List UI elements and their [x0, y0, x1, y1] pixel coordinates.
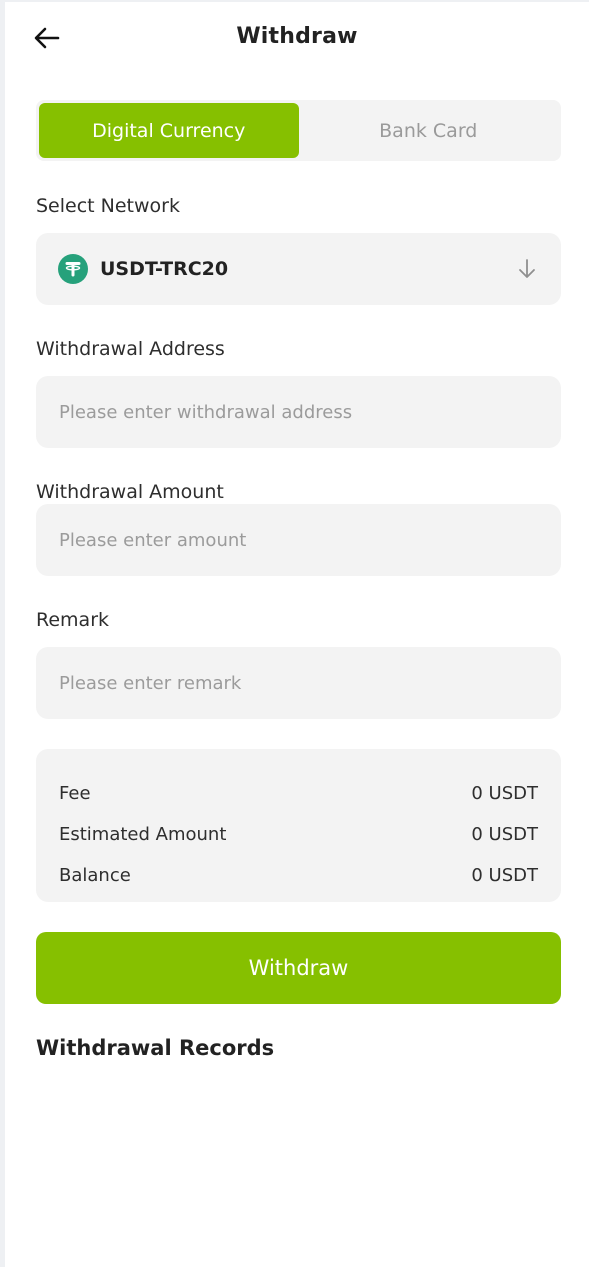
tab-bank-card[interactable]: Bank Card [299, 103, 559, 158]
estimated-amount-label: Estimated Amount [59, 824, 227, 845]
withdrawal-amount-input[interactable] [36, 504, 561, 576]
fee-value: 0 USDT [471, 783, 538, 804]
withdrawal-address-field [36, 376, 561, 448]
balance-value: 0 USDT [471, 865, 538, 886]
select-network-label: Select Network [36, 195, 180, 217]
withdrawal-amount-label: Withdrawal Amount [36, 481, 224, 503]
withdraw-page: Withdraw Digital Currency Bank Card Sele… [0, 0, 589, 1267]
tab-digital-currency[interactable]: Digital Currency [39, 103, 299, 158]
withdrawal-records-title: Withdrawal Records [36, 1036, 275, 1060]
withdraw-method-tabs: Digital Currency Bank Card [36, 100, 561, 161]
remark-field [36, 647, 561, 719]
remark-label: Remark [36, 609, 110, 631]
remark-input[interactable] [36, 647, 561, 719]
page-title: Withdraw [236, 24, 358, 49]
withdrawal-address-label: Withdrawal Address [36, 338, 225, 360]
fee-row: Fee 0 USDT [59, 773, 538, 814]
withdrawal-address-input[interactable] [36, 376, 561, 448]
balance-label: Balance [59, 865, 131, 886]
tether-icon [58, 254, 88, 284]
network-select[interactable]: USDT-TRC20 [36, 233, 561, 305]
estimated-amount-value: 0 USDT [471, 824, 538, 845]
estimated-amount-row: Estimated Amount 0 USDT [59, 814, 538, 855]
fee-label: Fee [59, 783, 91, 804]
fee-summary-panel: Fee 0 USDT Estimated Amount 0 USDT Balan… [36, 749, 561, 902]
withdraw-button[interactable]: Withdraw [36, 932, 561, 1004]
network-value: USDT-TRC20 [100, 258, 229, 280]
withdrawal-amount-field [36, 504, 561, 576]
arrow-down-icon [515, 257, 539, 281]
balance-row: Balance 0 USDT [59, 855, 538, 896]
header: Withdraw [5, 2, 589, 78]
